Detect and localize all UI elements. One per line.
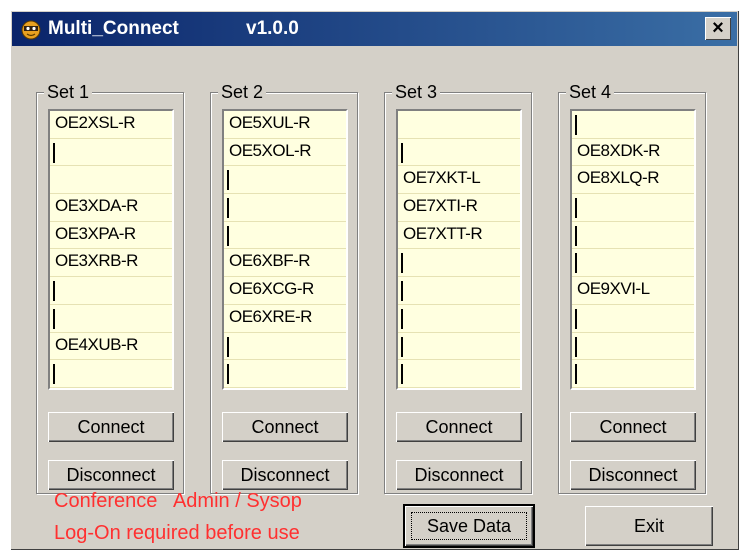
set-3-group: Set 3 OE7XKT-L OE7XTI-R OE7XTT-R Connect…	[384, 80, 532, 494]
list-item[interactable]: OE3XDA-R	[50, 194, 172, 222]
set-4-list[interactable]: OE8XDK-R OE8XLQ-R OE9XVI-L	[570, 109, 696, 390]
focus-rectangle	[411, 512, 527, 540]
text-caret	[401, 281, 403, 302]
text-caret	[53, 364, 55, 385]
set-4-label: Set 4	[566, 80, 615, 104]
text-caret	[227, 225, 229, 246]
set-1-group: Set 1 OE2XSL-R OE3XDA-R OE3XPA-R OE3XRB-…	[36, 80, 184, 494]
text-caret	[53, 142, 55, 163]
list-item[interactable]	[572, 305, 694, 333]
list-item[interactable]	[50, 360, 172, 388]
app-icon	[21, 20, 41, 40]
text-caret	[401, 253, 403, 274]
list-item[interactable]: OE7XTI-R	[398, 194, 520, 222]
text-caret	[401, 364, 403, 385]
list-item[interactable]	[50, 139, 172, 167]
text-caret	[401, 336, 403, 357]
list-item[interactable]	[398, 139, 520, 167]
list-item[interactable]	[50, 305, 172, 333]
set-1-disconnect-button[interactable]: Disconnect	[48, 460, 174, 490]
text-caret	[53, 308, 55, 329]
list-item[interactable]	[224, 194, 346, 222]
list-item[interactable]	[398, 277, 520, 305]
list-item[interactable]: OE8XLQ-R	[572, 166, 694, 195]
text-caret	[575, 308, 577, 329]
list-item[interactable]	[224, 166, 346, 195]
list-item[interactable]	[572, 111, 694, 139]
list-item[interactable]: OE3XPA-R	[50, 222, 172, 250]
notice-line-1: Conference Admin / Sysop	[54, 490, 302, 512]
close-icon: ×	[712, 17, 724, 39]
list-item[interactable]: OE7XTT-R	[398, 222, 520, 250]
set-1-connect-button[interactable]: Connect	[48, 412, 174, 442]
set-1-list[interactable]: OE2XSL-R OE3XDA-R OE3XPA-R OE3XRB-R OE4X…	[48, 109, 174, 390]
set-4-group: Set 4 OE8XDK-R OE8XLQ-R OE9XVI-L Connect…	[558, 80, 706, 494]
text-caret	[575, 253, 577, 274]
list-item[interactable]: OE4XUB-R	[50, 333, 172, 361]
set-3-disconnect-button[interactable]: Disconnect	[396, 460, 522, 490]
list-item[interactable]: OE9XVI-L	[572, 277, 694, 305]
list-item[interactable]: OE3XRB-R	[50, 249, 172, 278]
set-2-disconnect-button[interactable]: Disconnect	[222, 460, 348, 490]
text-caret	[227, 364, 229, 385]
notice-line-2: Log-On required before use	[54, 522, 300, 544]
list-item[interactable]	[572, 360, 694, 388]
text-caret	[401, 142, 403, 163]
close-button[interactable]: ×	[705, 17, 731, 40]
text-caret	[227, 170, 229, 191]
list-item[interactable]	[398, 111, 520, 139]
set-2-group: Set 2 OE5XUL-R OE5XOL-R OE6XBF-R OE6XCG-…	[210, 80, 358, 494]
list-item[interactable]	[572, 222, 694, 250]
set-3-connect-button[interactable]: Connect	[396, 412, 522, 442]
list-item[interactable]: OE2XSL-R	[50, 111, 172, 139]
set-2-list[interactable]: OE5XUL-R OE5XOL-R OE6XBF-R OE6XCG-R OE6X…	[222, 109, 348, 390]
list-item[interactable]	[398, 249, 520, 278]
list-item[interactable]: OE8XDK-R	[572, 139, 694, 167]
list-item[interactable]: OE5XOL-R	[224, 139, 346, 167]
text-caret	[227, 336, 229, 357]
list-item[interactable]	[398, 305, 520, 333]
text-caret	[575, 364, 577, 385]
exit-button[interactable]: Exit	[585, 506, 713, 546]
text-caret	[575, 225, 577, 246]
list-item[interactable]	[224, 333, 346, 361]
text-caret	[227, 198, 229, 219]
list-item[interactable]: OE6XRE-R	[224, 305, 346, 333]
text-caret	[575, 198, 577, 219]
list-item[interactable]	[398, 360, 520, 388]
list-item[interactable]	[572, 249, 694, 278]
text-caret	[401, 308, 403, 329]
text-caret	[575, 336, 577, 357]
version-label: v1.0.0	[246, 18, 299, 39]
set-2-connect-button[interactable]: Connect	[222, 412, 348, 442]
text-caret	[53, 281, 55, 302]
set-1-label: Set 1	[44, 80, 93, 104]
list-item[interactable]	[224, 222, 346, 250]
set-2-label: Set 2	[218, 80, 267, 104]
set-4-connect-button[interactable]: Connect	[570, 412, 696, 442]
list-item[interactable]	[572, 333, 694, 361]
list-item[interactable]: OE6XBF-R	[224, 249, 346, 278]
list-item[interactable]	[50, 277, 172, 305]
list-item[interactable]	[398, 333, 520, 361]
list-item[interactable]	[224, 360, 346, 388]
text-caret	[575, 115, 577, 135]
window-title: Multi_Connect	[48, 18, 179, 39]
list-item[interactable]: OE7XKT-L	[398, 166, 520, 195]
list-item[interactable]: OE5XUL-R	[224, 111, 346, 139]
title-bar[interactable]: Multi_Connect v1.0.0 ×	[12, 12, 737, 46]
set-4-disconnect-button[interactable]: Disconnect	[570, 460, 696, 490]
save-data-button[interactable]: Save Data	[403, 504, 535, 548]
list-item[interactable]: OE6XCG-R	[224, 277, 346, 305]
list-item[interactable]	[50, 166, 172, 195]
set-3-list[interactable]: OE7XKT-L OE7XTI-R OE7XTT-R	[396, 109, 522, 390]
set-3-label: Set 3	[392, 80, 441, 104]
multi-connect-window: Multi_Connect v1.0.0 × Set 1 OE2XSL-R OE…	[10, 10, 739, 550]
list-item[interactable]	[572, 194, 694, 222]
